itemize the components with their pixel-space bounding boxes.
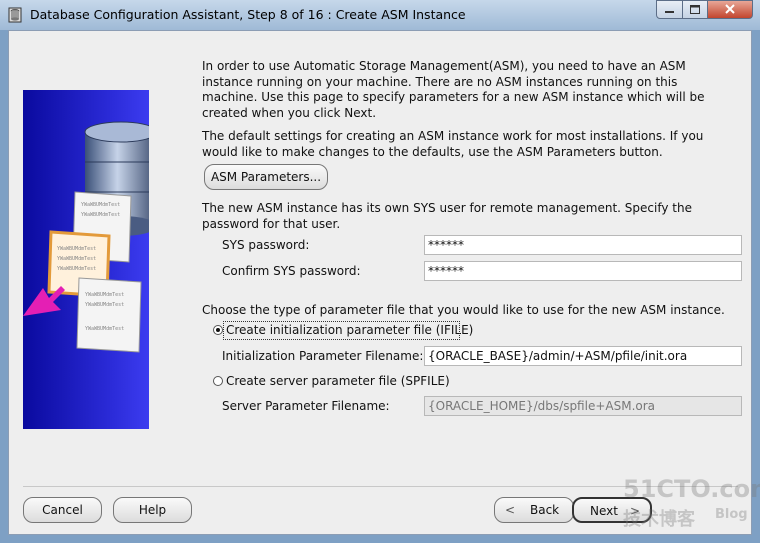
wizard-illustration: YWaWBUMdmTest YWaWBUMdmTest YWaWBUMdmTes…: [23, 90, 149, 429]
focus-outline: [223, 321, 460, 340]
arrow-icon: [23, 286, 65, 316]
close-window-button[interactable]: [707, 0, 753, 19]
back-arrow-icon: <: [505, 503, 516, 517]
watermark-sub: 技术博客: [623, 509, 695, 530]
doc-text: YWaWBUMdmTest: [81, 212, 120, 218]
database-documents-illustration: YWaWBUMdmTest YWaWBUMdmTest YWaWBUMdmTes…: [23, 121, 149, 353]
cancel-button[interactable]: Cancel: [23, 497, 102, 523]
intro-paragraph-1: In order to use Automatic Storage Manage…: [202, 59, 705, 120]
back-button[interactable]: < Back: [494, 497, 574, 523]
watermark-blog: Blog: [715, 507, 748, 522]
doc-text: YWaWBUMdmTest: [85, 292, 124, 298]
window-title: Database Configuration Assistant, Step 8…: [30, 7, 466, 22]
next-button-label: Next: [590, 504, 618, 518]
watermark-site: 51CTO.com: [623, 475, 760, 503]
sys-description: The new ASM instance has its own SYS use…: [202, 201, 692, 231]
wizard-panel: YWaWBUMdmTest YWaWBUMdmTest YWaWBUMdmTes…: [8, 30, 760, 535]
maximize-icon: [690, 5, 700, 14]
confirm-sys-password-field[interactable]: ******: [424, 261, 742, 281]
ifile-radio[interactable]: [213, 325, 223, 335]
parameter-file-prompt: Choose the type of parameter file that y…: [202, 303, 725, 317]
doc-text: YWaWBUMdmTest: [85, 302, 124, 308]
maximize-button[interactable]: [682, 0, 708, 19]
doc-text: YWaWBUMdmTest: [81, 202, 120, 208]
confirm-sys-password-label: Confirm SYS password:: [222, 264, 361, 278]
sys-password-field[interactable]: ******: [424, 235, 742, 255]
doc-text: YWaWBUMdmTest: [85, 326, 124, 332]
spfile-radio[interactable]: [213, 376, 223, 386]
ifile-filename-label: Initialization Parameter Filename:: [222, 349, 424, 363]
doc-text: YWaWBUMdmTest: [57, 266, 96, 272]
ifile-filename-field[interactable]: {ORACLE_BASE}/admin/+ASM/pfile/init.ora: [424, 346, 742, 366]
database-app-icon: [8, 7, 22, 23]
spfile-filename-label: Server Parameter Filename:: [222, 399, 390, 413]
dbca-window: Database Configuration Assistant, Step 8…: [0, 0, 760, 543]
minimize-icon: [665, 11, 674, 13]
doc-text: YWaWBUMdmTest: [57, 256, 96, 262]
back-button-label: Back: [530, 503, 560, 517]
minimize-button[interactable]: [656, 0, 683, 19]
spfile-option-label[interactable]: Create server parameter file (SPFILE): [226, 374, 450, 388]
doc-text: YWaWBUMdmTest: [57, 246, 96, 252]
intro-paragraph-2: The default settings for creating an ASM…: [202, 129, 704, 159]
close-icon: [725, 4, 735, 14]
spfile-filename-field: {ORACLE_HOME}/dbs/spfile+ASM.ora: [424, 396, 742, 416]
help-button[interactable]: Help: [113, 497, 192, 523]
asm-parameters-button[interactable]: ASM Parameters...: [204, 164, 328, 190]
sys-password-label: SYS password:: [222, 238, 310, 252]
title-bar[interactable]: Database Configuration Assistant, Step 8…: [0, 0, 760, 30]
